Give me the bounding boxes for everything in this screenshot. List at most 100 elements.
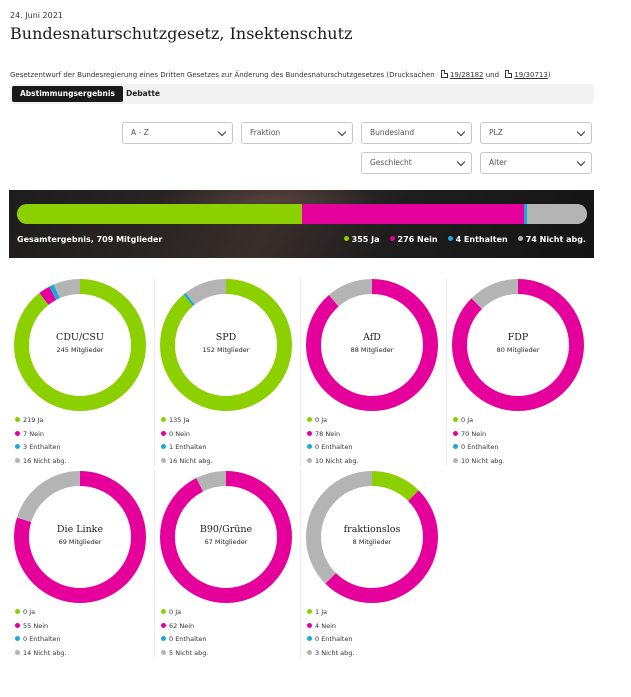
stat-label-enthalten: 3 Enthalten [23,443,61,451]
party-card[interactable]: AfD 88 Mitglieder 0 Ja 78 Nein 0 Enthalten 10… [301,278,447,466]
party-donut-chart [452,279,584,411]
total-result-banner: Gesamtergebnis, 709 Mitglieder 355 Ja 27… [9,190,594,258]
alter-select[interactable]: Alter [480,152,592,174]
dot-enthalten [161,636,166,641]
stat-label-enthalten: 0 Enthalten [23,635,61,643]
party-vote-stats: 0 Ja 55 Nein 0 Enthalten 14 Nicht abg. [15,606,67,660]
party-donut-chart [160,471,292,603]
legend-nein-label: 276 Nein [397,235,438,244]
total-legend: 355 Ja 276 Nein 4 Enthalten 74 Nicht abg… [343,235,586,244]
plz-select-value: PLZ [489,128,503,137]
stat-row-nicht: 16 Nicht abg. [15,455,67,469]
stat-row-ja: 0 Ja [307,414,359,428]
party-members: 69 Mitglieder [58,538,102,546]
stat-label-ja: 0 Ja [23,608,36,616]
stat-row-enthalten: 1 Enthalten [161,441,213,455]
dot-nein [453,430,458,436]
bundesland-select-value: Bundesland [370,128,415,137]
tab-bar: Abstimmungsergebnis Debatte [10,84,594,104]
description-text: Gesetzentwurf der Bundesregierung eines … [10,71,435,79]
stat-row-ja: 0 Ja [453,414,505,428]
dot-ja [343,236,349,241]
doc-link-1[interactable]: 19/28182 [450,71,484,79]
dot-ja [161,417,166,422]
party-donut-chart [160,279,292,411]
dot-nicht [15,649,20,655]
party-card[interactable]: FDP 80 Mitglieder 0 Ja 70 Nein 0 Enthalten 10… [447,278,593,466]
party-card[interactable]: fraktionslos 8 Mitglieder 1 Ja 4 Nein 0 Enth… [301,470,447,658]
party-name: CDU/CSU [56,332,104,343]
party-card[interactable]: Die Linke 69 Mitglieder 0 Ja 55 Nein 0 Entha… [9,470,155,658]
description-suffix: ) [547,71,551,79]
document-icon [505,70,513,78]
tab-debatte[interactable]: Debatte [118,86,168,102]
chevron-down-icon [337,127,347,137]
legend-nicht-label: 74 Nicht abg. [525,235,586,244]
stat-row-ja: 0 Ja [15,606,67,620]
party-name: B90/Grüne [199,524,253,535]
document-icon [440,70,448,78]
dot-nein [307,622,312,628]
donut-segment-ja [14,279,146,411]
dot-nein [161,622,166,628]
dot-enthalten [161,444,166,449]
stat-label-ja: 0 Ja [461,416,474,424]
stat-row-nein: 78 Nein [307,428,359,442]
party-vote-stats: 135 Ja 0 Nein 1 Enthalten 16 Nicht abg. [161,414,213,468]
fraktion-select[interactable]: Fraktion [241,122,353,144]
party-name: AfD [363,332,381,343]
dot-enthalten [447,236,453,241]
stat-row-nicht: 10 Nicht abg. [307,455,359,469]
dot-nicht [453,457,458,463]
stat-label-nein: 62 Nein [169,621,195,630]
party-vote-stats: 0 Ja 78 Nein 0 Enthalten 10 Nicht abg. [307,414,359,468]
dot-nicht [161,457,166,463]
sort-select-value: A - Z [131,128,149,137]
donut-segment-nein [306,279,438,411]
stat-label-nein: 55 Nein [23,621,49,630]
chevron-down-icon [456,127,466,137]
party-members: 80 Mitglieder [496,346,540,354]
legend-enthalten-label: 4 Enthalten [455,235,508,244]
dot-enthalten [15,444,20,449]
dot-enthalten [453,444,458,449]
stat-label-nein: 7 Nein [23,429,44,438]
dot-nein [307,430,312,436]
party-name: fraktionslos [343,524,401,535]
plz-select[interactable]: PLZ [480,122,592,144]
stat-row-enthalten: 3 Enthalten [15,441,67,455]
stat-label-nein: 0 Nein [169,429,190,438]
geschlecht-select[interactable]: Geschlecht [361,152,472,174]
party-donut-chart [306,279,438,411]
dot-ja [161,609,166,614]
stat-row-nein: 4 Nein [307,620,354,634]
party-vote-stats: 0 Ja 62 Nein 0 Enthalten 5 Nicht abg. [161,606,208,660]
tab-abstimmungsergebnis[interactable]: Abstimmungsergebnis [12,86,123,102]
bar-segment-nicht [527,204,587,224]
sort-select[interactable]: A - Z [122,122,233,144]
stat-row-nicht: 5 Nicht abg. [161,647,208,661]
party-card[interactable]: CDU/CSU 245 Mitglieder 219 Ja 7 Nein 3 Entha… [9,278,155,466]
stat-label-enthalten: 0 Enthalten [315,635,353,643]
stat-label-ja: 135 Ja [169,416,190,424]
page-title: Bundesnaturschutzgesetz, Insektenschutz [10,24,353,43]
stat-label-nicht: 3 Nicht abg. [315,648,355,657]
doc-link-2[interactable]: 19/30713 [514,71,548,79]
dot-enthalten [15,636,20,641]
stat-label-nein: 70 Nein [461,429,487,438]
stat-label-ja: 1 Ja [315,608,328,616]
stat-label-nein: 4 Nein [315,621,336,630]
stat-row-nein: 62 Nein [161,620,208,634]
bundesland-select[interactable]: Bundesland [361,122,472,144]
stat-label-enthalten: 0 Enthalten [315,443,353,451]
party-members: 67 Mitglieder [204,538,248,546]
party-card[interactable]: B90/Grüne 67 Mitglieder 0 Ja 62 Nein 0 Entha… [155,470,301,658]
stat-row-enthalten: 0 Enthalten [15,633,67,647]
donut-segment-nein [452,279,584,411]
chevron-down-icon [576,127,586,137]
stat-row-nicht: 16 Nicht abg. [161,455,213,469]
party-card[interactable]: SPD 152 Mitglieder 135 Ja 0 Nein 1 Enthalten… [155,278,301,466]
total-result-bar [17,204,587,224]
party-members: 8 Mitglieder [352,538,392,546]
party-name: Die Linke [56,524,104,535]
